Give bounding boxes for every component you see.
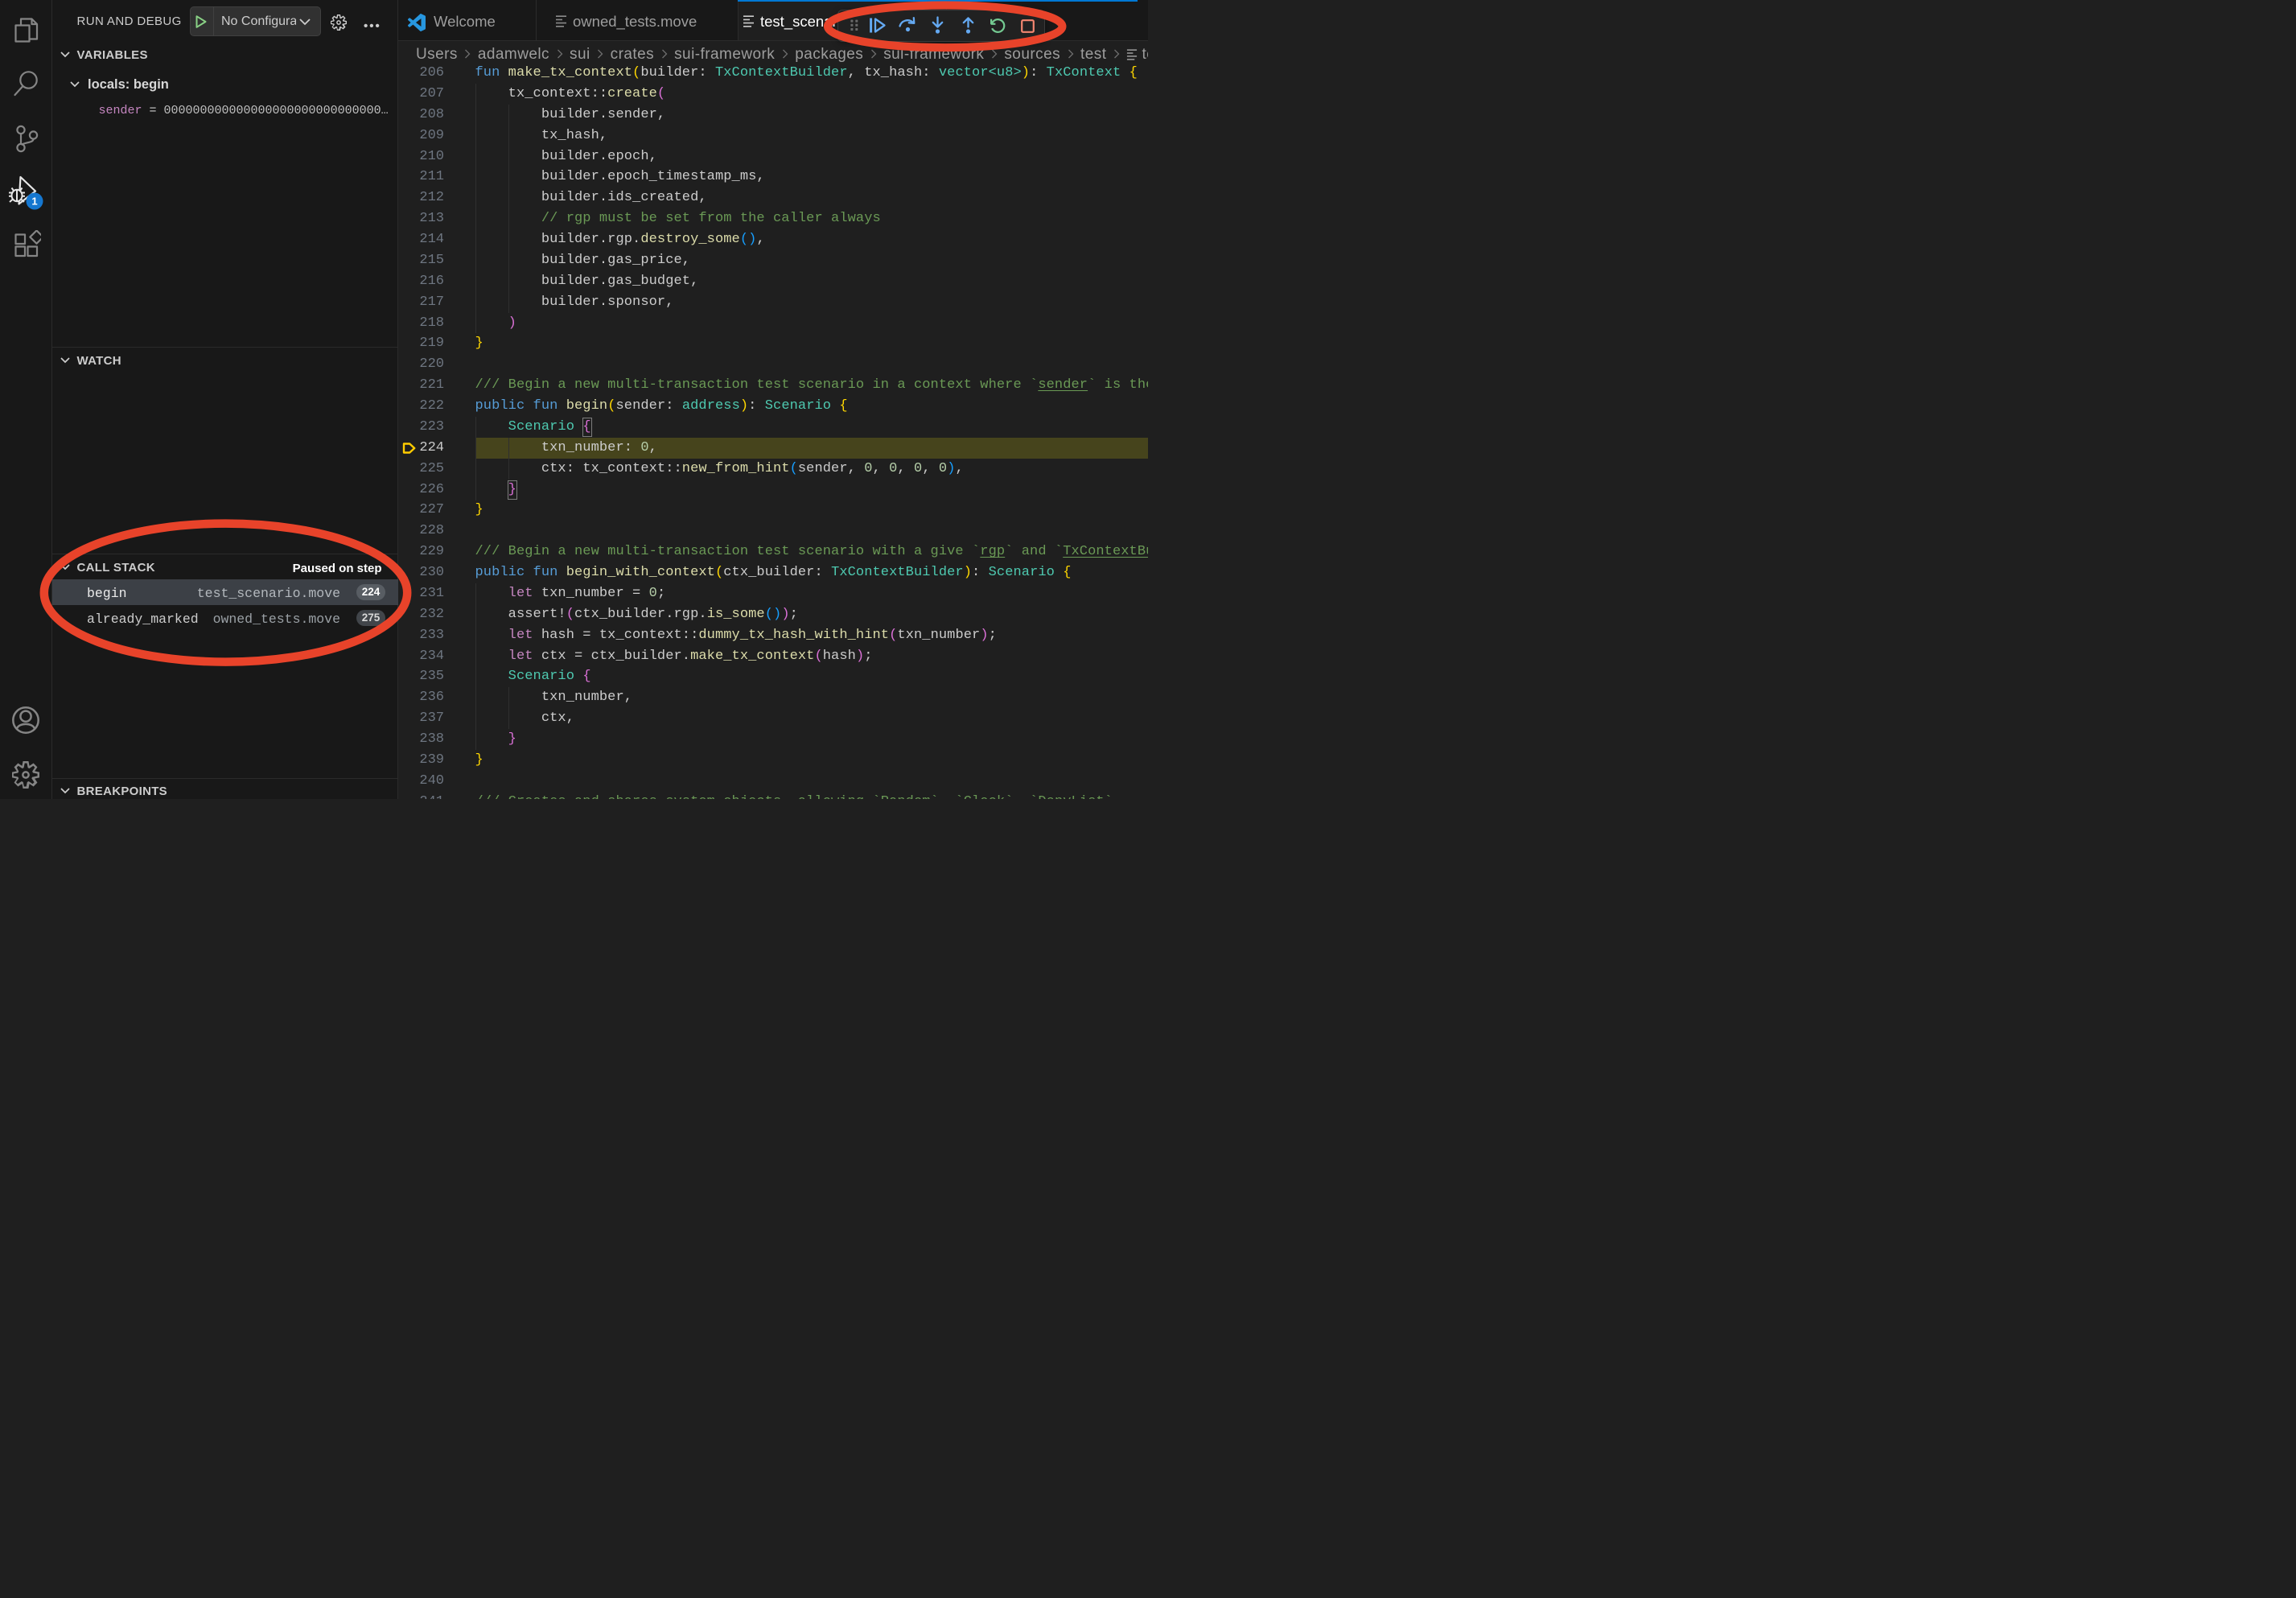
svg-text:1: 1 — [31, 195, 37, 207]
